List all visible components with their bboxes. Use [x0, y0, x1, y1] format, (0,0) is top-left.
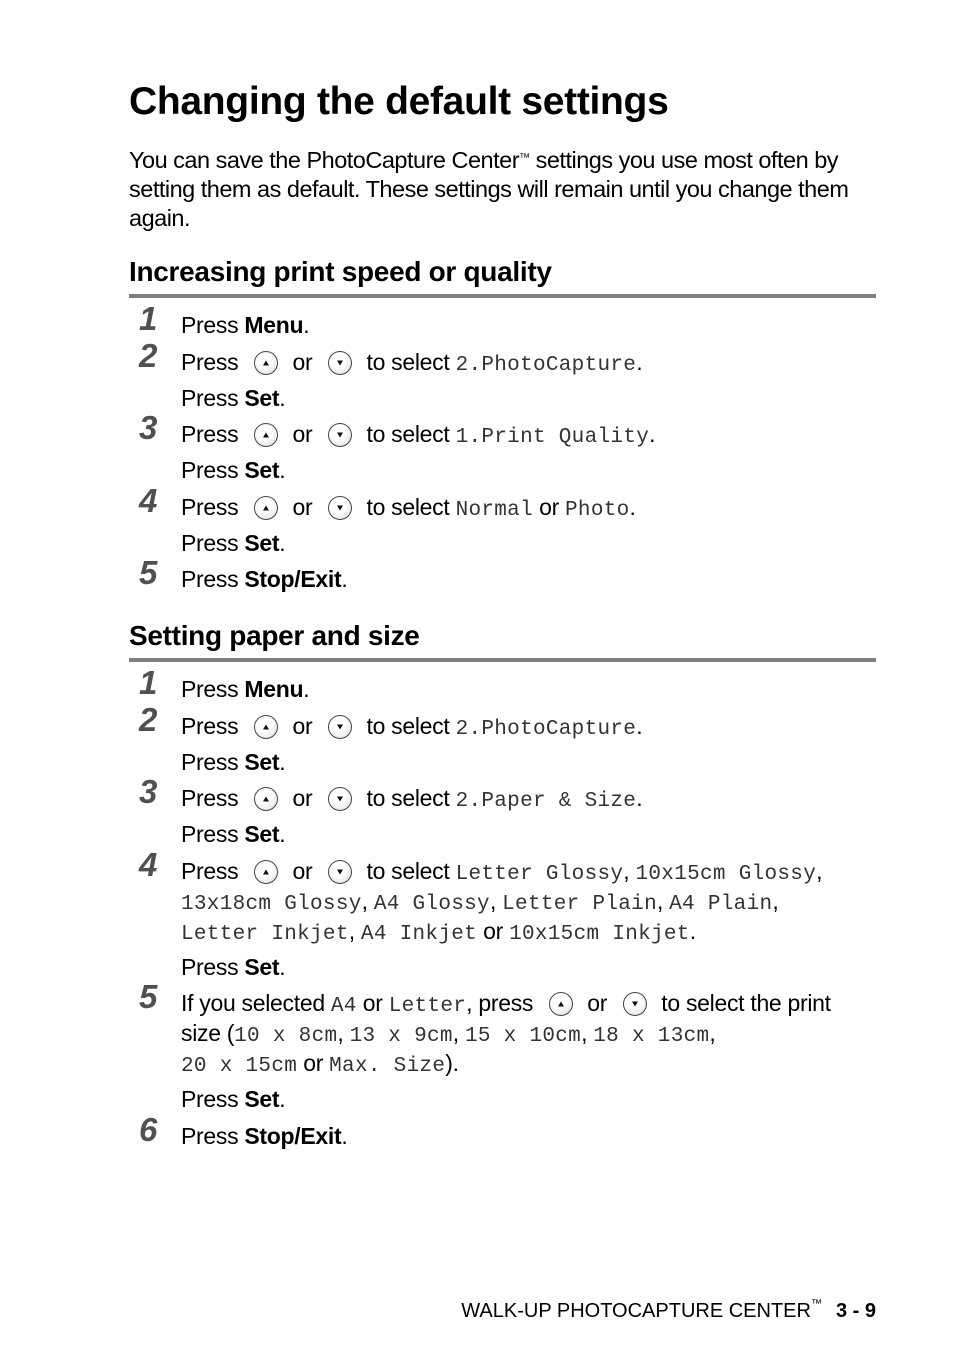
step-number: 2: [139, 700, 158, 738]
menu-value: 2.Paper & Size: [455, 790, 637, 813]
step-5: 5 If you selected A4 or Letter, press or…: [139, 978, 831, 1112]
step-3: 3 Press or to select 2.Paper & Size. Pre…: [139, 773, 643, 847]
step-6: 6 Press Stop/Exit.: [139, 1110, 348, 1149]
menu-value: 2.PhotoCapture: [455, 717, 637, 741]
step-list: 1 Press Menu. 2 Press or to select 2.Pho…: [129, 300, 876, 601]
key-stop-exit: Stop/Exit: [244, 1122, 342, 1149]
up-arrow-icon: [549, 992, 574, 1016]
down-arrow-icon: [328, 859, 353, 884]
paper-option: A4 Plain: [669, 892, 773, 916]
down-arrow-icon: [328, 787, 353, 811]
paper-option: 10x15cm Glossy: [635, 862, 817, 886]
step-number: 4: [139, 845, 158, 883]
key-menu: Menu: [244, 676, 304, 702]
step-4: 4 Press or to select Letter Glossy, 10x1…: [139, 845, 823, 980]
key-set: Set: [244, 953, 280, 980]
up-arrow-icon: [254, 495, 279, 520]
step-number: 3: [139, 409, 158, 446]
up-arrow-icon: [254, 350, 279, 375]
paper-option: Letter Inkjet: [181, 922, 349, 946]
menu-value: Photo: [565, 498, 630, 522]
step-number: 2: [139, 336, 158, 374]
key-set: Set: [244, 384, 280, 411]
print-size-option: 15 x 10cm: [464, 1025, 582, 1048]
section-print-quality: Increasing print speed or quality 1 Pres…: [129, 256, 876, 601]
paper-option: 13x18cm Glossy: [181, 892, 362, 916]
key-set: Set: [244, 748, 280, 775]
key-stop-exit: Stop/Exit: [244, 566, 342, 592]
step-number: 1: [139, 664, 158, 701]
paper-option: Letter Plain: [502, 892, 657, 916]
key-set: Set: [244, 1086, 280, 1112]
paper-option: 10x15cm Inkjet: [509, 922, 690, 946]
print-size-option: 18 x 13cm: [593, 1025, 710, 1048]
step-5: 5 Press Stop/Exit.: [139, 554, 348, 592]
step-3: 3 Press or to select 1.Print Quality. Pr…: [139, 409, 656, 483]
down-arrow-icon: [623, 992, 648, 1016]
footer-label: WALK-UP PHOTOCAPTURE CENTER: [461, 1300, 811, 1322]
down-arrow-icon: [328, 714, 353, 739]
key-set: Set: [244, 457, 280, 483]
page-footer: WALK-UP PHOTOCAPTURE CENTER™ 3 - 9: [461, 1298, 876, 1323]
up-arrow-icon: [254, 859, 279, 884]
trademark-symbol: ™: [519, 152, 530, 164]
section-heading: Increasing print speed or quality: [129, 256, 876, 298]
step-2: 2 Press or to select 2.PhotoCapture. Pre…: [139, 336, 643, 411]
step-list: 1 Press Menu. 2 Press or to select 2.Pho…: [129, 664, 876, 1157]
menu-value: 1.Print Quality: [455, 426, 650, 449]
paper-letter: Letter: [388, 995, 467, 1018]
print-size-option: 20 x 15cm: [181, 1055, 298, 1078]
down-arrow-icon: [328, 423, 353, 447]
key-set: Set: [244, 821, 280, 847]
step-number: 6: [139, 1110, 158, 1148]
section-paper-size: Setting paper and size 1 Press Menu. 2 P…: [129, 620, 876, 1157]
key-menu: Menu: [244, 312, 304, 338]
step-number: 1: [139, 300, 158, 337]
intro-paragraph: You can save the PhotoCapture Center™ se…: [129, 147, 849, 231]
up-arrow-icon: [254, 423, 279, 447]
print-size-option: 10 x 8cm: [234, 1025, 338, 1048]
paper-option: Letter Glossy: [455, 862, 624, 886]
step-number: 3: [139, 773, 158, 810]
step-4: 4 Press or to select Normal or Photo. Pr…: [139, 481, 636, 556]
up-arrow-icon: [254, 787, 279, 811]
print-size-option: Max. Size: [329, 1055, 446, 1078]
menu-value: 2.PhotoCapture: [455, 353, 637, 377]
paper-option: A4 Glossy: [373, 892, 490, 916]
print-size-option: 13 x 9cm: [349, 1025, 453, 1048]
step-1: 1 Press Menu.: [139, 300, 310, 338]
page-title: Changing the default settings: [129, 80, 669, 123]
section-heading: Setting paper and size: [129, 620, 876, 662]
down-arrow-icon: [328, 495, 353, 520]
step-number: 4: [139, 481, 158, 519]
key-set: Set: [244, 529, 280, 556]
step-1: 1 Press Menu.: [139, 664, 310, 702]
paper-a4: A4: [330, 995, 357, 1018]
up-arrow-icon: [254, 714, 279, 739]
step-2: 2 Press or to select 2.PhotoCapture. Pre…: [139, 700, 643, 775]
step-number: 5: [139, 978, 158, 1015]
paper-option: A4 Inkjet: [360, 922, 478, 946]
page-number: 3 - 9: [835, 1300, 876, 1322]
menu-value: Normal: [455, 498, 533, 522]
down-arrow-icon: [328, 350, 353, 375]
trademark-symbol: ™: [810, 1298, 822, 1310]
step-number: 5: [139, 554, 158, 591]
